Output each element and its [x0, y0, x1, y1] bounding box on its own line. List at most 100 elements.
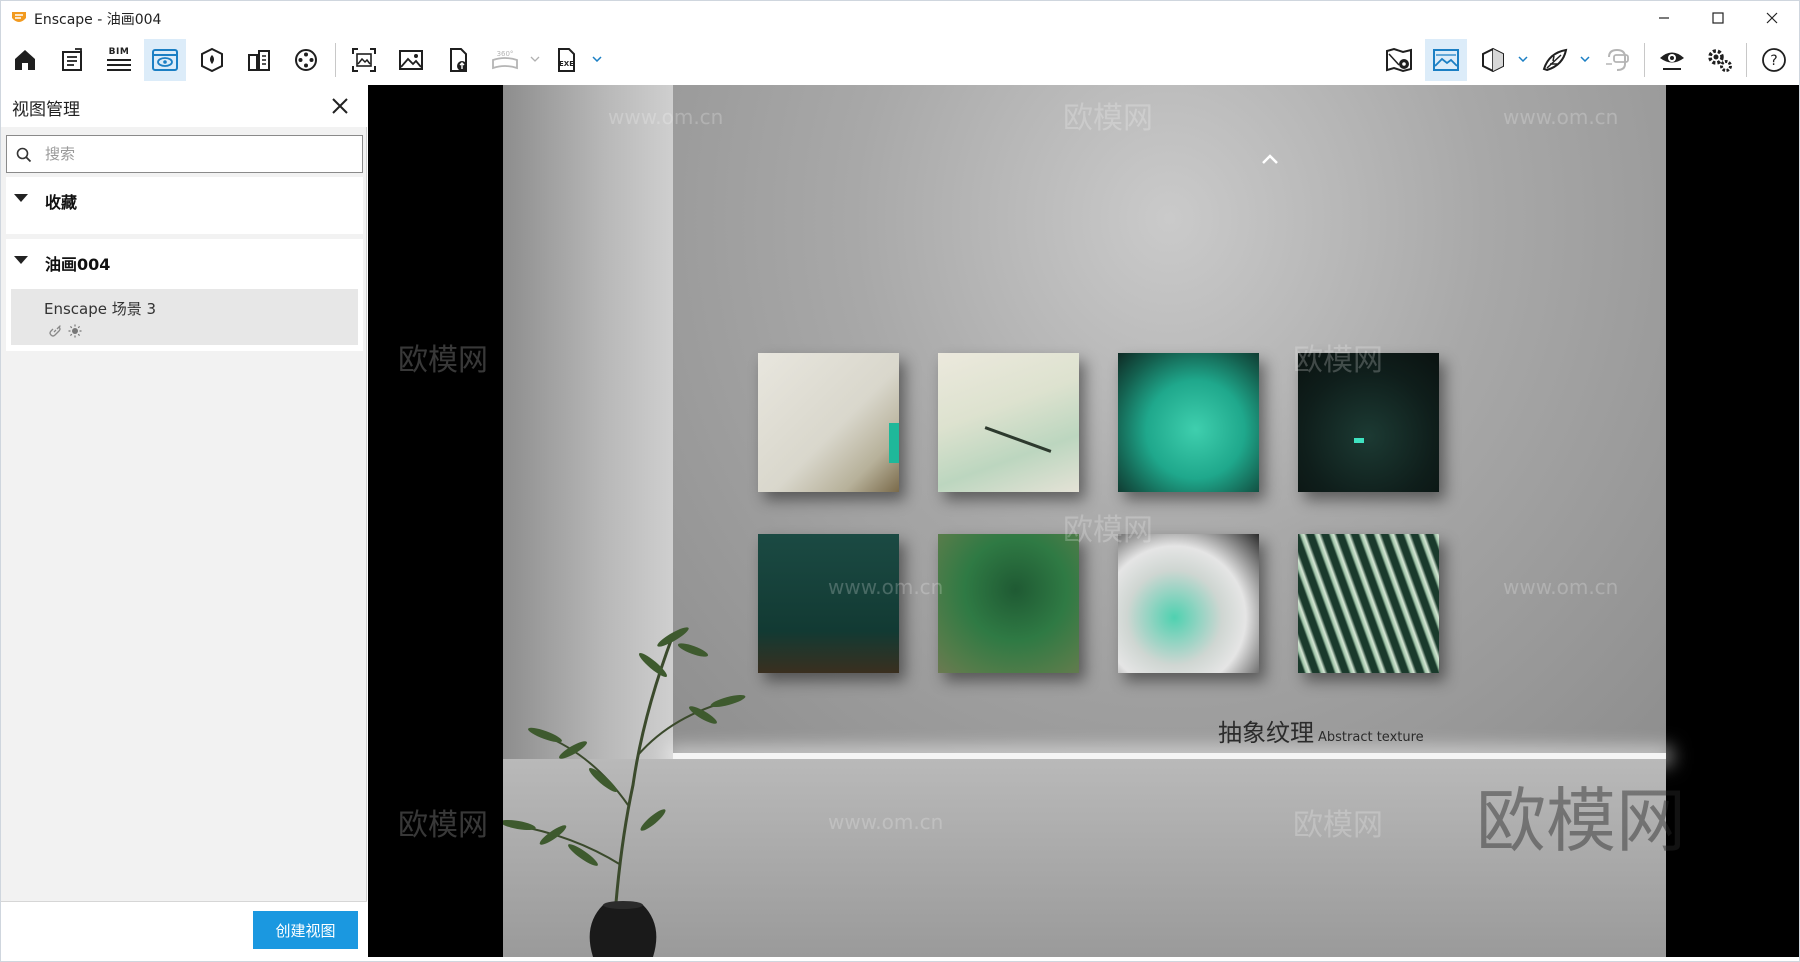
settings-icon: [1708, 49, 1732, 72]
chevron-down-icon: [592, 56, 602, 62]
screenshot-button[interactable]: [390, 39, 432, 81]
panel-title: 视图管理: [12, 100, 80, 120]
watermark: 欧模网: [1063, 101, 1153, 136]
map-button[interactable]: [1378, 39, 1420, 81]
chevron-down-icon: [530, 56, 540, 62]
vr-headset-icon: [1606, 48, 1629, 71]
caret-down-icon: [14, 194, 28, 202]
eye-button[interactable]: [1651, 39, 1693, 81]
view-item[interactable]: Enscape 场景 3: [11, 289, 358, 345]
panorama-button[interactable]: 360°: [484, 39, 526, 81]
toolbar-separator: [1746, 43, 1747, 77]
watermark-url: www.om.cn: [828, 575, 944, 599]
section-dropdown[interactable]: [1516, 49, 1530, 69]
asset-library-button[interactable]: [238, 39, 280, 81]
vr-headset-button[interactable]: [1596, 39, 1638, 81]
chevron-down-icon: [1580, 56, 1590, 62]
screenshot-icon: [399, 50, 423, 70]
project-notes-button[interactable]: [51, 39, 93, 81]
help-icon: ?: [1762, 48, 1786, 72]
visual-settings-icon: [1433, 49, 1459, 71]
render-viewport[interactable]: 抽象纹理 Abstract texture 欧模网 欧模网 欧模网 欧模网 欧模…: [368, 85, 1799, 957]
watermark-url: www.om.cn: [608, 105, 724, 129]
chevron-down-icon: [1518, 56, 1528, 62]
painting-6: [938, 534, 1079, 673]
search-box: [6, 135, 363, 173]
favorites-group: 收藏: [6, 177, 363, 234]
panorama-icon: 360°: [492, 50, 518, 70]
toolbar-separator: [335, 43, 336, 77]
eye-icon: [1660, 52, 1684, 70]
watermark-url: www.om.cn: [1503, 105, 1619, 129]
help-button[interactable]: ?: [1753, 39, 1795, 81]
home-button[interactable]: [4, 39, 46, 81]
batch-render-button[interactable]: [343, 39, 385, 81]
favorites-group-header[interactable]: 收藏: [6, 177, 363, 221]
view-item-label: Enscape 场景 3: [44, 300, 157, 318]
view-item-icons: [48, 324, 82, 338]
svg-text:360°: 360°: [497, 50, 514, 58]
painting-1: [758, 353, 899, 492]
maximize-icon: [1712, 12, 1724, 24]
bim-icon: [107, 59, 131, 71]
close-icon: [1766, 12, 1778, 24]
painting-8: [1298, 534, 1439, 673]
enscape-logo-icon: [12, 12, 26, 22]
settings-button[interactable]: [1698, 39, 1740, 81]
panorama-dropdown[interactable]: [528, 49, 542, 69]
enscape-window: Enscape - 油画004 BIM 360° EXE ? 视图管理 搜索 收…: [0, 0, 1800, 962]
section-icon: [1482, 47, 1504, 73]
title-bar: Enscape - 油画004: [1, 1, 1800, 35]
caption-english: Abstract texture: [1318, 730, 1424, 745]
exe-export-icon: EXE: [558, 48, 575, 72]
upload-button[interactable]: [437, 39, 479, 81]
site-context-button[interactable]: [191, 39, 233, 81]
export-dropdown[interactable]: [590, 49, 604, 69]
bim-button[interactable]: BIM: [98, 39, 140, 81]
visual-settings-button[interactable]: [1425, 39, 1467, 81]
painting-5: [758, 534, 899, 673]
painting-7: [1118, 534, 1259, 673]
watermark: 欧模网: [398, 343, 488, 378]
site-context-icon: [201, 47, 223, 73]
view-management-button[interactable]: [144, 39, 186, 81]
batch-render-icon: [352, 48, 376, 72]
search-input[interactable]: [45, 142, 345, 166]
map-icon: [1386, 47, 1412, 73]
watermark-url: www.om.cn: [828, 810, 944, 834]
view-management-icon: [152, 49, 178, 71]
asset-library-icon: [248, 50, 270, 71]
close-window-button[interactable]: [1745, 1, 1799, 35]
exe-export-button[interactable]: EXE: [546, 39, 588, 81]
home-icon: [15, 50, 35, 70]
group-label: 收藏: [45, 193, 78, 212]
watermark: 欧模网: [1293, 808, 1383, 843]
group-label: 油画004: [45, 255, 111, 274]
atmosphere-dropdown[interactable]: [1578, 49, 1592, 69]
collapse-toolbar-button[interactable]: [1260, 153, 1280, 165]
svg-text:?: ?: [1770, 53, 1777, 69]
project-group-header[interactable]: 油画004: [6, 239, 363, 283]
atmosphere-button[interactable]: [1534, 39, 1576, 81]
section-button[interactable]: [1472, 39, 1514, 81]
maximize-button[interactable]: [1691, 1, 1745, 35]
painting-2: [938, 353, 1079, 492]
bim-label: BIM: [108, 47, 130, 57]
painting-3: [1118, 353, 1259, 492]
watermark-large: 欧模网: [1476, 780, 1686, 862]
panel-header: 视图管理: [1, 85, 367, 127]
search-icon: [16, 147, 32, 163]
link-icon[interactable]: [48, 324, 62, 338]
caption-chinese: 抽象纹理: [1218, 719, 1314, 747]
close-icon: [332, 98, 348, 114]
minimize-button[interactable]: [1637, 1, 1691, 35]
video-editor-button[interactable]: [285, 39, 327, 81]
artwork-caption: 抽象纹理 Abstract texture: [1218, 713, 1424, 748]
create-view-button[interactable]: 创建视图: [253, 911, 358, 949]
svg-text:EXE: EXE: [559, 60, 574, 68]
watermark: 欧模网: [1293, 343, 1383, 378]
watermark: 欧模网: [398, 808, 488, 843]
sun-icon[interactable]: [68, 324, 82, 338]
caret-down-icon: [14, 256, 28, 264]
close-panel-button[interactable]: [327, 93, 353, 119]
